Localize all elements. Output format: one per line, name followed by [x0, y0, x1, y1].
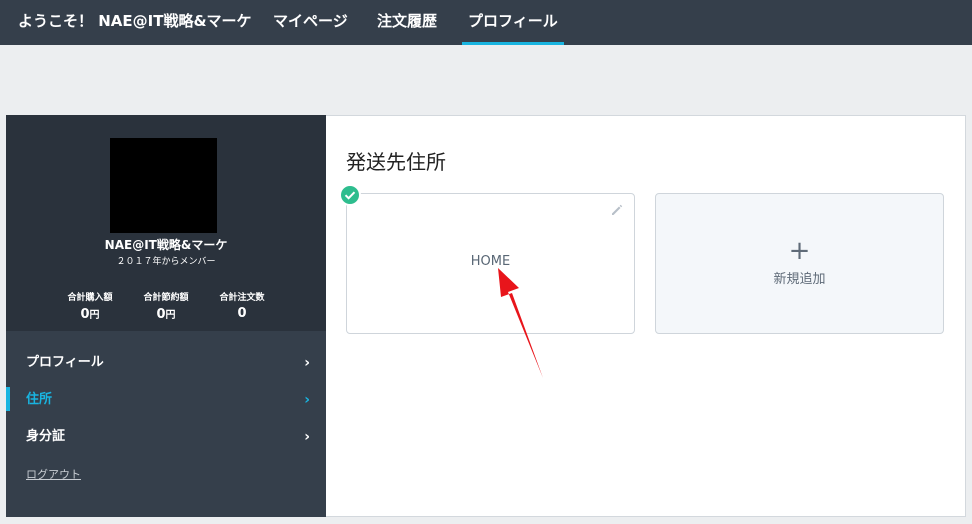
- logout-link[interactable]: ログアウト: [26, 466, 81, 482]
- sidebar-item-label: 住所: [26, 392, 53, 407]
- stat-total-orders: 合計注文数 0: [202, 290, 282, 321]
- profile-summary: NAE@IT戦略&マーケ ２０１７年からメンバー 合計購入額 0円 合計節約額 …: [6, 115, 326, 331]
- stat-label: 合計購入額: [67, 293, 113, 303]
- checkmark-icon: [344, 191, 356, 200]
- chevron-right-icon: ›: [304, 392, 310, 408]
- sidebar-item-address[interactable]: 住所 ›: [6, 385, 326, 415]
- plus-icon: +: [788, 236, 811, 266]
- chevron-right-icon: ›: [304, 355, 310, 371]
- stat-number: 0: [156, 307, 166, 322]
- stat-label: 合計注文数: [219, 293, 265, 303]
- stat-unit: 円: [89, 310, 100, 321]
- nav-mypage[interactable]: マイページ: [273, 0, 348, 45]
- stat-value: 0円: [50, 306, 130, 322]
- user-name: NAE@IT戦略&マーケ: [104, 238, 228, 252]
- sidebar-item-label: 身分証: [26, 429, 66, 444]
- add-address-label: 新規追加: [773, 272, 826, 287]
- avatar: [110, 138, 217, 233]
- nav-order-history[interactable]: 注文履歴: [377, 0, 437, 45]
- page-title: 発送先住所: [346, 150, 446, 174]
- address-card-home[interactable]: HOME: [346, 193, 635, 334]
- stat-value: 0: [202, 306, 282, 321]
- address-name: HOME: [470, 254, 511, 269]
- stat-total-savings: 合計節約額 0円: [126, 290, 206, 322]
- sidebar-item-label: プロフィール: [26, 355, 104, 370]
- active-indicator: [6, 387, 10, 411]
- sidebar-item-id[interactable]: 身分証 ›: [6, 422, 326, 452]
- stat-value: 0円: [126, 306, 206, 322]
- stat-label: 合計節約額: [143, 293, 189, 303]
- add-address-button[interactable]: + 新規追加: [655, 193, 944, 334]
- check-icon: [339, 184, 361, 206]
- nav-profile[interactable]: プロフィール: [462, 0, 564, 45]
- stat-unit: 円: [165, 310, 176, 321]
- stat-number: 0: [80, 307, 90, 322]
- nav-welcome[interactable]: ようこそ！ NAE@IT戦略&マーケ: [18, 0, 252, 45]
- sidebar-item-profile[interactable]: プロフィール ›: [6, 348, 326, 378]
- top-nav-bar: ようこそ！ NAE@IT戦略&マーケ マイページ 注文履歴 プロフィール: [0, 0, 972, 45]
- stat-total-purchase: 合計購入額 0円: [50, 290, 130, 322]
- pencil-icon[interactable]: [610, 203, 624, 217]
- stat-number: 0: [237, 306, 247, 321]
- member-since: ２０１７年からメンバー: [116, 257, 216, 267]
- chevron-right-icon: ›: [304, 429, 310, 445]
- sidebar: NAE@IT戦略&マーケ ２０１７年からメンバー 合計購入額 0円 合計節約額 …: [6, 115, 326, 517]
